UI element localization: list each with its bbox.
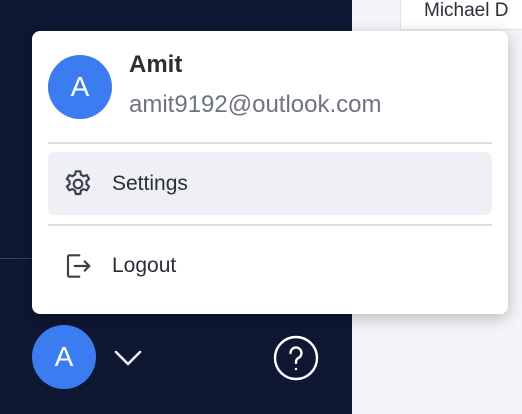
account-avatar-button[interactable]: A: [32, 325, 96, 389]
logout-icon: [62, 250, 94, 282]
help-circle-icon[interactable]: [272, 334, 320, 382]
user-menu-avatar: A: [48, 55, 112, 119]
chevron-down-icon[interactable]: [112, 342, 144, 374]
user-menu-dropdown: A Amit amit9192@outlook.com Settings Log…: [32, 31, 508, 314]
logout-menu-label: Logout: [112, 254, 177, 277]
user-card-name: Michael D: [424, 0, 509, 21]
settings-menu-label: Settings: [112, 172, 188, 195]
user-menu-email: amit9192@outlook.com: [129, 91, 382, 118]
settings-menu-item[interactable]: Settings: [48, 152, 492, 215]
user-menu-divider: [48, 224, 492, 226]
logout-menu-item[interactable]: Logout: [48, 234, 492, 297]
gear-icon: [62, 168, 94, 200]
user-menu-divider: [48, 142, 492, 144]
user-menu-name: Amit: [129, 51, 183, 78]
